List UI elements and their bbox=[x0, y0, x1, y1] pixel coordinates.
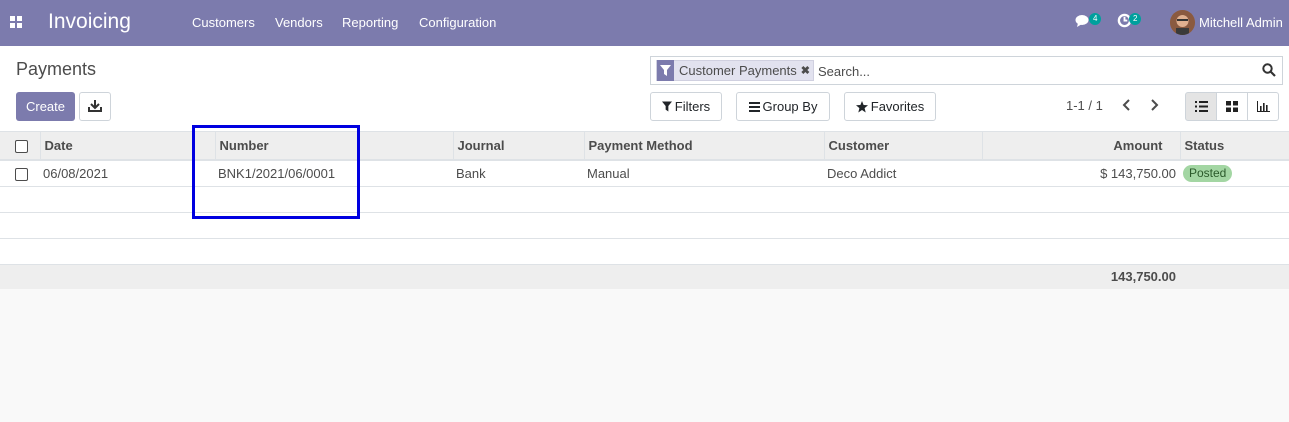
list-view-button[interactable] bbox=[1185, 92, 1217, 121]
pager-value[interactable]: 1-1 / 1 bbox=[1066, 98, 1103, 113]
column-header-journal[interactable]: Journal bbox=[452, 132, 584, 161]
column-header-payment-method[interactable]: Payment Method bbox=[583, 132, 824, 161]
select-all-checkbox[interactable] bbox=[15, 140, 28, 154]
view-switcher bbox=[1185, 92, 1279, 121]
create-button[interactable]: Create bbox=[16, 92, 75, 121]
bars-icon bbox=[748, 101, 760, 112]
graph-view-button[interactable] bbox=[1247, 92, 1279, 121]
cell-payment-method: Manual bbox=[584, 160, 824, 187]
messages-count-badge: 4 bbox=[1089, 13, 1102, 25]
search-input[interactable] bbox=[818, 62, 1248, 80]
kanban-view-button[interactable] bbox=[1216, 92, 1248, 121]
cell-status: Posted bbox=[1180, 160, 1289, 187]
search-facet[interactable]: Customer Payments ✖ bbox=[656, 60, 814, 81]
list-icon bbox=[1194, 101, 1208, 112]
kanban-icon bbox=[1226, 101, 1238, 112]
search-icon[interactable] bbox=[1262, 63, 1276, 77]
top-navbar: Invoicing Customers Vendors Reporting Co… bbox=[0, 0, 1289, 46]
page-title: Payments bbox=[16, 59, 97, 79]
column-header-customer[interactable]: Customer bbox=[823, 132, 982, 161]
filters-button[interactable]: Filters bbox=[650, 92, 722, 121]
bar-chart-icon bbox=[1256, 101, 1270, 112]
table-footer-row: 143,750.00 bbox=[0, 264, 1289, 289]
column-header-date[interactable]: Date bbox=[39, 132, 215, 161]
facet-remove-icon[interactable]: ✖ bbox=[801, 64, 813, 77]
export-button[interactable] bbox=[79, 92, 111, 121]
filter-icon bbox=[661, 101, 672, 112]
menu-configuration[interactable]: Configuration bbox=[419, 15, 496, 30]
group-by-label: Group By bbox=[762, 99, 818, 114]
favorites-label: Favorites bbox=[870, 99, 925, 114]
control-panel: Payments Create Customer Payments ✖ Filt… bbox=[0, 46, 1289, 132]
cell-amount: $ 143,750.00 bbox=[982, 160, 1180, 187]
user-avatar[interactable] bbox=[1170, 10, 1195, 35]
cell-journal: Bank bbox=[453, 160, 584, 187]
apps-menu-icon[interactable] bbox=[10, 16, 22, 28]
star-icon bbox=[855, 100, 868, 112]
column-header-amount[interactable]: Amount bbox=[981, 132, 1180, 161]
activities-count-badge: 2 bbox=[1129, 13, 1142, 25]
search-bar[interactable]: Customer Payments ✖ bbox=[650, 56, 1283, 85]
highlight-annotation-box bbox=[192, 125, 360, 219]
pager-next-icon[interactable] bbox=[1148, 98, 1160, 112]
download-icon bbox=[88, 100, 102, 112]
filter-icon bbox=[657, 60, 674, 81]
app-title[interactable]: Invoicing bbox=[48, 10, 131, 34]
favorites-button[interactable]: Favorites bbox=[844, 92, 936, 121]
column-header-status[interactable]: Status bbox=[1179, 132, 1289, 161]
select-all-cell[interactable] bbox=[0, 132, 40, 161]
group-by-button[interactable]: Group By bbox=[736, 92, 830, 121]
empty-row bbox=[0, 238, 1289, 265]
row-select-cell[interactable] bbox=[0, 160, 40, 187]
total-amount: 143,750.00 bbox=[982, 264, 1180, 289]
row-checkbox[interactable] bbox=[15, 167, 28, 181]
facet-label: Customer Payments bbox=[679, 63, 797, 78]
menu-customers[interactable]: Customers bbox=[192, 15, 255, 30]
menu-vendors[interactable]: Vendors bbox=[275, 15, 323, 30]
menu-reporting[interactable]: Reporting bbox=[342, 15, 398, 30]
pager-previous-icon[interactable] bbox=[1121, 98, 1133, 112]
cell-customer: Deco Addict bbox=[824, 160, 982, 187]
status-badge: Posted bbox=[1183, 164, 1233, 182]
filters-label: Filters bbox=[674, 99, 711, 114]
cell-date: 06/08/2021 bbox=[40, 160, 215, 187]
user-name[interactable]: Mitchell Admin bbox=[1199, 15, 1283, 30]
